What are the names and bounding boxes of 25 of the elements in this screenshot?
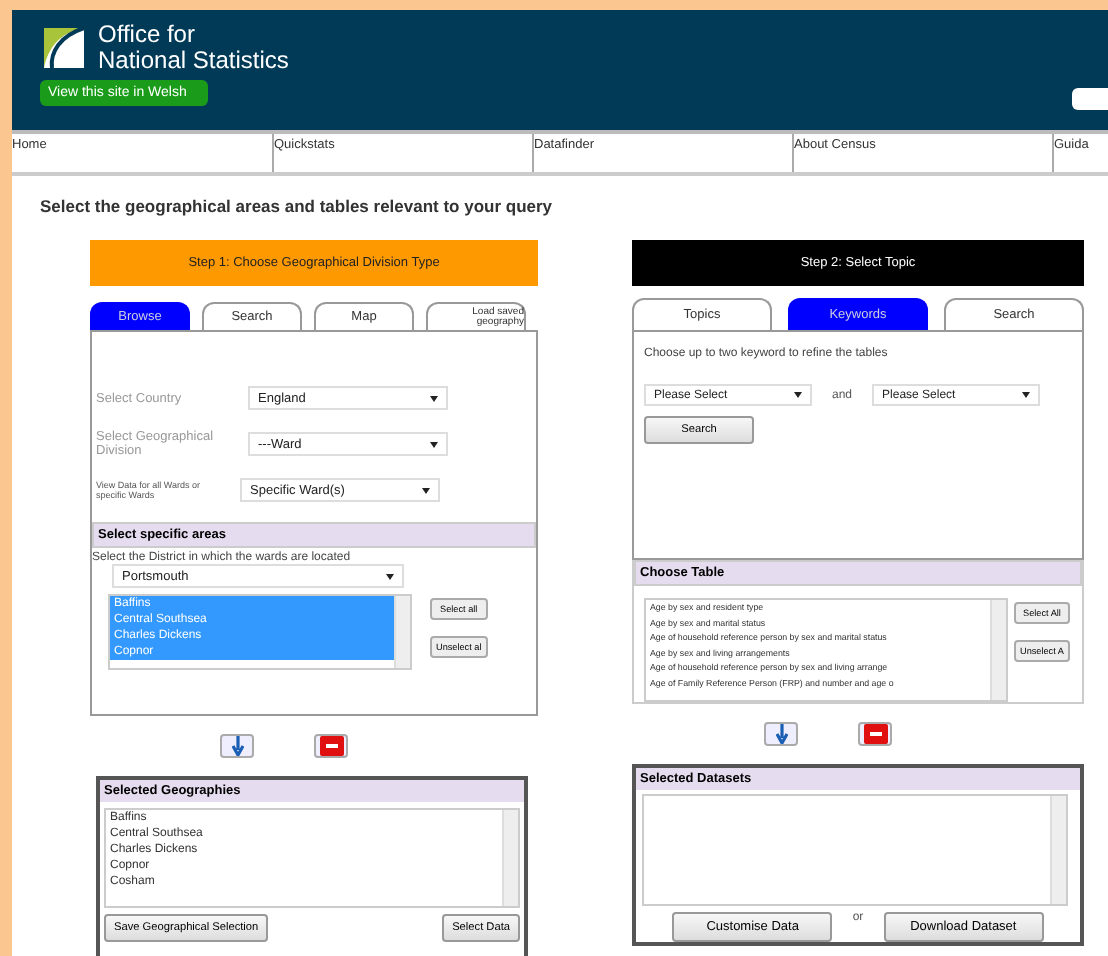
down-arrow-icon (231, 736, 243, 756)
minus-icon (863, 724, 887, 744)
page-heading: Select the geographical areas and tables relevant to your query (38, 194, 555, 220)
caret-icon (1022, 392, 1031, 398)
logo-icon (40, 24, 88, 72)
down-arrow-icon (775, 724, 787, 744)
scrollbar[interactable] (394, 596, 410, 668)
scrollbar[interactable] (502, 810, 518, 906)
remove-button[interactable] (314, 734, 348, 758)
scrollbar[interactable] (990, 600, 1006, 700)
site-title: National Statistics (98, 48, 289, 74)
add-button[interactable] (220, 734, 254, 758)
caret-icon (794, 392, 802, 398)
scrollbar[interactable] (1050, 796, 1066, 904)
caret-icon (430, 395, 438, 401)
dataset-list[interactable] (642, 794, 1068, 906)
add-button[interactable] (764, 722, 798, 746)
caret-icon (422, 487, 430, 493)
caret-icon (386, 573, 394, 579)
search-field[interactable] (1072, 88, 1108, 110)
caret-icon (430, 441, 438, 447)
table-list[interactable] (644, 598, 1008, 702)
site-title: Office for (98, 22, 197, 48)
remove-button[interactable] (858, 722, 892, 746)
minus-icon (319, 736, 343, 756)
